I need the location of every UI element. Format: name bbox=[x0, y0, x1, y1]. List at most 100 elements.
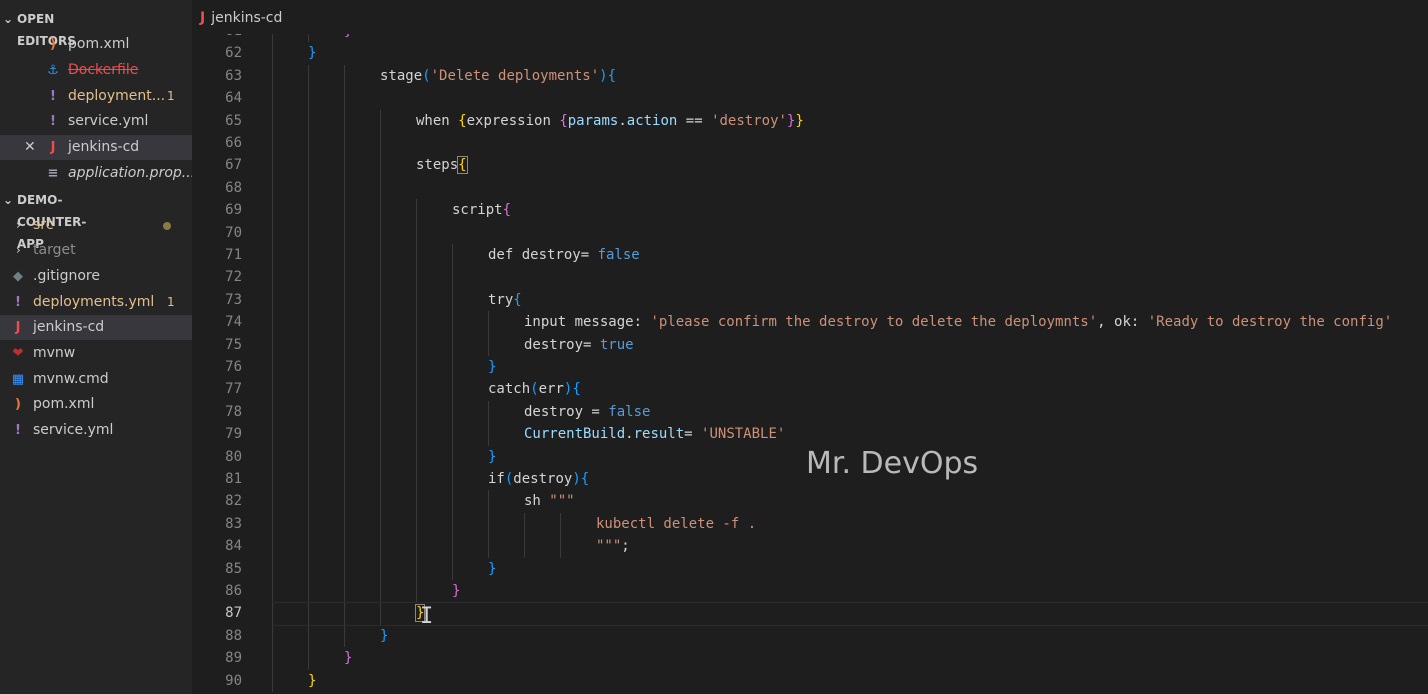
indent-guide bbox=[344, 244, 345, 267]
open-editor-label: jenkins-cd bbox=[68, 139, 140, 155]
indent-guide bbox=[416, 490, 417, 513]
line-number: 75 bbox=[225, 336, 242, 353]
code-line[interactable]: } bbox=[452, 580, 460, 602]
code-token: catch bbox=[488, 381, 531, 398]
code-line[interactable]: } bbox=[488, 558, 496, 580]
code-line[interactable]: """; bbox=[596, 535, 630, 557]
folder-label: src bbox=[33, 217, 54, 233]
code-line[interactable]: script{ bbox=[452, 199, 511, 221]
code-token: } bbox=[344, 34, 352, 39]
line-number: 70 bbox=[225, 224, 242, 241]
code-line[interactable]: catch(err){ bbox=[488, 378, 581, 400]
git-icon: ◆ bbox=[13, 269, 23, 284]
indent-guide bbox=[272, 87, 273, 110]
code-token: . bbox=[618, 112, 627, 129]
indent-guide bbox=[272, 490, 273, 513]
file-item[interactable]: ▦ mvnw.cmd bbox=[0, 367, 192, 392]
code-line[interactable]: } bbox=[344, 34, 352, 42]
file-item[interactable]: ❤ mvnw bbox=[0, 341, 192, 366]
code-line[interactable]: CurrentBuild.result= 'UNSTABLE' bbox=[524, 423, 785, 445]
indent-guide bbox=[344, 333, 345, 356]
code-line[interactable]: } bbox=[308, 670, 316, 692]
open-editor-item[interactable]: ) pom.xml bbox=[0, 32, 192, 57]
indent-guide bbox=[308, 132, 309, 155]
code-token: } bbox=[795, 112, 804, 129]
code-editor[interactable]: 61 62 63 64 65 66 67 68 69 70 71 72 73 74 75 76 77 78 79 80… bbox=[192, 34, 1428, 694]
indent-guide bbox=[452, 445, 453, 468]
indent-guide bbox=[380, 423, 381, 446]
indent-guide bbox=[344, 64, 345, 88]
folder-item[interactable]: › src bbox=[0, 213, 192, 238]
code-line[interactable]: destroy= true bbox=[524, 334, 634, 356]
indent-guide bbox=[308, 154, 309, 177]
indent-guide bbox=[488, 400, 489, 424]
file-item[interactable]: ) pom.xml bbox=[0, 392, 192, 417]
code-token: { bbox=[559, 112, 568, 129]
code-token: """ bbox=[596, 538, 622, 555]
close-icon[interactable]: ✕ bbox=[24, 135, 36, 160]
line-number: 84 bbox=[225, 538, 242, 555]
file-item[interactable]: Jjenkins-cd bbox=[0, 315, 192, 340]
indent-guide bbox=[416, 356, 417, 379]
code-line[interactable]: stage('Delete deployments'){ bbox=[380, 65, 616, 87]
line-number: 79 bbox=[225, 426, 242, 443]
line-number: 85 bbox=[225, 560, 242, 577]
code-line[interactable]: when {expression {params.action == 'dest… bbox=[416, 110, 804, 132]
code-line[interactable]: } bbox=[308, 42, 316, 64]
indent-guide bbox=[380, 356, 381, 379]
line-number: 67 bbox=[225, 157, 242, 174]
folder-item[interactable]: › target bbox=[0, 238, 192, 263]
line-number: 86 bbox=[225, 583, 242, 599]
code-line[interactable]: } bbox=[488, 446, 496, 468]
code-token: } bbox=[344, 650, 353, 667]
tab-label: jenkins-cd bbox=[211, 10, 283, 26]
indent-guide bbox=[344, 423, 345, 446]
open-editor-item[interactable]: ! deployment... 1 bbox=[0, 84, 192, 109]
line-number: 72 bbox=[225, 269, 242, 286]
indent-guide bbox=[380, 266, 381, 289]
indent-guide bbox=[380, 199, 381, 222]
open-editor-item[interactable]: ≡ application.prop... bbox=[0, 161, 192, 186]
indent-guide bbox=[380, 109, 381, 132]
code-line[interactable]: } bbox=[488, 356, 496, 378]
open-editor-item[interactable]: ! service.yml bbox=[0, 109, 192, 134]
indent-guide bbox=[416, 333, 417, 356]
indent-guide bbox=[344, 266, 345, 289]
indent-guide bbox=[380, 445, 381, 468]
line-number: 61 bbox=[192, 34, 242, 42]
indent-guide bbox=[308, 266, 309, 289]
indent-guide bbox=[416, 557, 417, 580]
indent-guide bbox=[308, 423, 309, 446]
line-number: 69 bbox=[225, 202, 242, 219]
line-number: 65 bbox=[225, 112, 242, 129]
code-line[interactable]: } bbox=[380, 625, 388, 647]
open-editor-item[interactable]: ✕ Jjenkins-cd bbox=[0, 135, 192, 160]
code-line[interactable]: sh """ bbox=[524, 490, 575, 512]
code-line[interactable]: input message: 'please confirm the destr… bbox=[524, 311, 1392, 333]
file-item[interactable]: ! deployments.yml 1 bbox=[0, 290, 192, 315]
chevron-down-icon: ⌄ bbox=[2, 12, 14, 26]
file-item[interactable]: ! service.yml bbox=[0, 418, 192, 443]
code-line[interactable]: def destroy= false bbox=[488, 244, 640, 266]
open-editor-label: service.yml bbox=[68, 113, 149, 129]
indent-guide bbox=[452, 490, 453, 513]
code-line[interactable]: steps{ bbox=[416, 154, 468, 176]
code-line[interactable]: kubectl delete -f . bbox=[596, 513, 756, 535]
code-line[interactable]: destroy = false bbox=[524, 401, 650, 423]
code-token: ; bbox=[621, 538, 630, 555]
indent-guide bbox=[524, 512, 525, 536]
code-line[interactable]: } bbox=[344, 647, 352, 669]
code-line[interactable]: try{ bbox=[488, 289, 522, 311]
text-cursor-icon: I bbox=[420, 604, 434, 629]
code-token: destroy= bbox=[524, 336, 600, 353]
open-editor-item[interactable]: ⚓ Dockerfile bbox=[0, 58, 192, 83]
file-item[interactable]: ◆ .gitignore bbox=[0, 264, 192, 289]
code-token: , ok: bbox=[1097, 314, 1148, 331]
open-editor-label: application.prop... bbox=[68, 165, 192, 181]
indent-guide bbox=[272, 64, 273, 88]
code-token: ) bbox=[572, 471, 581, 487]
indent-guide bbox=[272, 288, 273, 312]
tab-jenkins-cd[interactable]: Jjenkins-cd bbox=[200, 0, 282, 34]
code-line[interactable]: if(destroy){ bbox=[488, 468, 589, 490]
indent-guide bbox=[488, 423, 489, 446]
